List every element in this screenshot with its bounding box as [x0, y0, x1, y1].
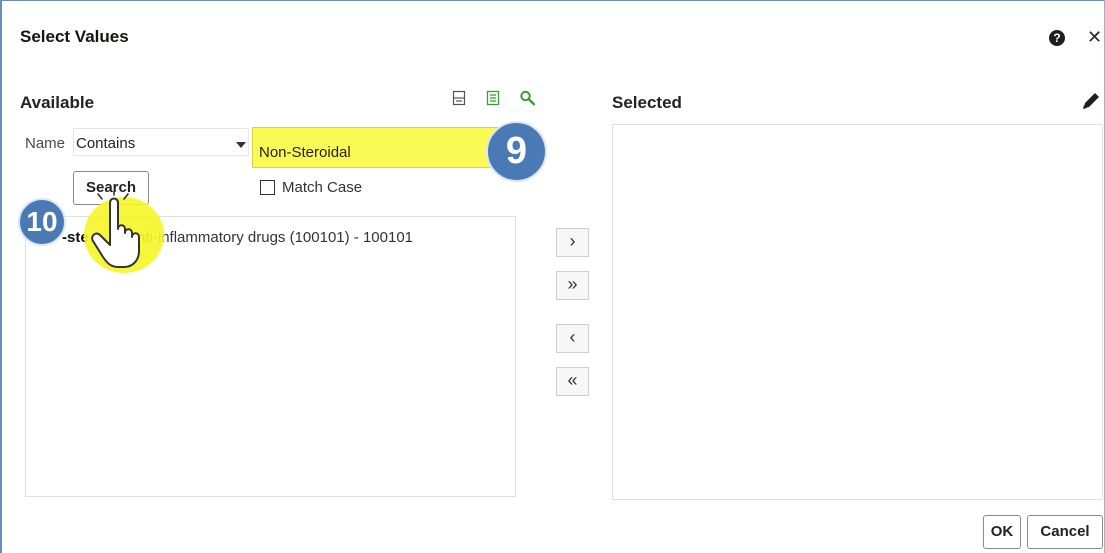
selected-list[interactable] [612, 124, 1103, 500]
move-button[interactable]: › [556, 228, 589, 257]
name-label: Name [25, 135, 66, 152]
step-9-badge: 9 [486, 121, 547, 182]
match-case-checkbox[interactable] [260, 180, 275, 195]
step-10-badge: 10 [18, 198, 66, 246]
available-heading: Available [20, 93, 95, 112]
search-icon[interactable] [519, 90, 537, 106]
selected-heading: Selected [612, 93, 682, 112]
collapse-list-icon[interactable] [452, 90, 466, 106]
ok-button[interactable]: OK [983, 515, 1021, 549]
move-all-button[interactable]: » [556, 271, 589, 300]
dialog-title: Select Values [20, 27, 129, 46]
help-icon[interactable]: ? [1049, 30, 1065, 46]
close-icon[interactable]: ✕ [1087, 26, 1102, 48]
remove-all-button[interactable]: « [556, 367, 589, 396]
match-case-label: Match Case [282, 179, 363, 196]
operator-value: Contains [76, 135, 136, 152]
expand-list-icon[interactable] [486, 90, 500, 106]
hand-pointer-icon [91, 191, 140, 268]
list-item-text: anti-inflammatory drugs (100101) - 10010… [128, 229, 414, 246]
search-input[interactable] [252, 127, 522, 168]
chevron-down-icon [236, 142, 246, 148]
remove-button[interactable]: ‹ [556, 324, 589, 353]
pencil-icon[interactable] [1080, 90, 1102, 112]
operator-select[interactable]: Contains [73, 128, 249, 156]
cancel-button[interactable]: Cancel [1027, 515, 1103, 549]
select-values-dialog: Select Values ? ✕ Available Name Contain… [0, 0, 1105, 553]
